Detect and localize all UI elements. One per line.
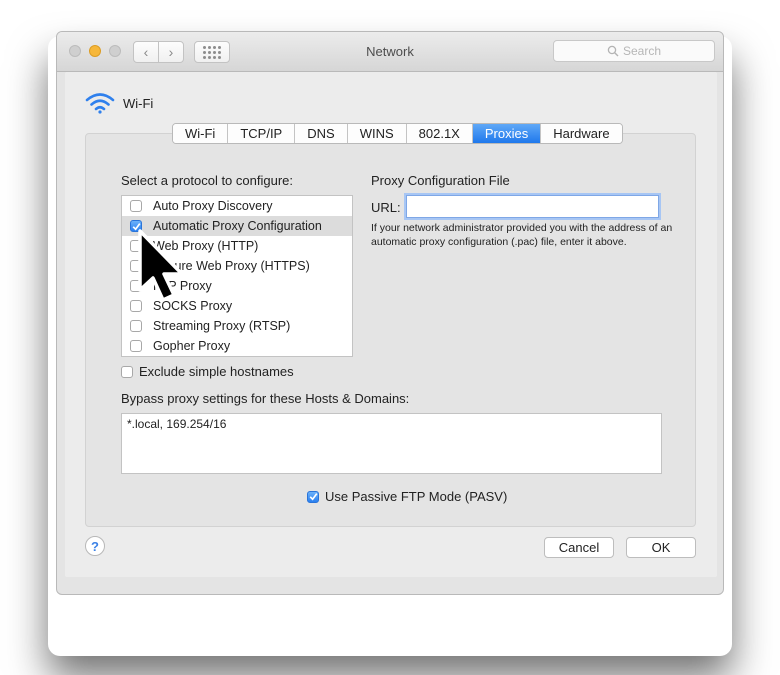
protocol-item[interactable]: SOCKS Proxy bbox=[122, 296, 352, 316]
tab-dns[interactable]: DNS bbox=[295, 124, 348, 143]
exclude-simple-hostnames[interactable]: Exclude simple hostnames bbox=[121, 364, 294, 379]
exclude-checkbox[interactable] bbox=[121, 365, 133, 378]
protocol-item[interactable]: Secure Web Proxy (HTTPS) bbox=[122, 256, 352, 276]
config-file-heading: Proxy Configuration File bbox=[371, 173, 510, 188]
passive-ftp-option[interactable]: Use Passive FTP Mode (PASV) bbox=[307, 489, 507, 504]
exclude-label: Exclude simple hostnames bbox=[139, 364, 294, 379]
protocol-item[interactable]: Streaming Proxy (RTSP) bbox=[122, 316, 352, 336]
protocol-label: Gopher Proxy bbox=[153, 339, 231, 353]
protocol-checkbox[interactable] bbox=[130, 280, 142, 292]
protocol-list[interactable]: Auto Proxy Discovery Automatic Proxy Conf… bbox=[121, 195, 353, 357]
protocol-item[interactable]: Web Proxy (HTTP) bbox=[122, 236, 352, 256]
service-header: Wi-Fi bbox=[85, 92, 153, 114]
pasv-checkbox[interactable] bbox=[307, 490, 319, 503]
tab-tcp-ip[interactable]: TCP/IP bbox=[228, 124, 296, 143]
tab-bar: Wi-Fi TCP/IP DNS WINS 802.1X Proxies Hardware bbox=[172, 123, 623, 144]
url-label: URL: bbox=[371, 200, 401, 215]
title-bar: ‹ › Network Search bbox=[57, 32, 723, 72]
network-window: ‹ › Network Search Wi-Fi Select a protoc… bbox=[56, 31, 724, 595]
search-field[interactable]: Search bbox=[553, 40, 715, 62]
protocol-label: Secure Web Proxy (HTTPS) bbox=[153, 259, 310, 273]
protocol-checkbox[interactable] bbox=[130, 320, 142, 332]
proxies-pane: Select a protocol to configure: Auto Pro… bbox=[85, 133, 696, 527]
bypass-textarea[interactable]: *.local, 169.254/16 bbox=[121, 413, 662, 474]
tab-hardware[interactable]: Hardware bbox=[541, 124, 622, 143]
tab-wi-fi[interactable]: Wi-Fi bbox=[173, 124, 229, 143]
tab-802-1x[interactable]: 802.1X bbox=[406, 124, 473, 143]
url-help-text: If your network administrator provided y… bbox=[371, 222, 673, 248]
protocol-checkbox[interactable] bbox=[130, 220, 142, 232]
protocol-item[interactable]: Auto Proxy Discovery bbox=[122, 196, 352, 216]
protocol-checkbox[interactable] bbox=[130, 240, 142, 252]
service-title: Wi-Fi bbox=[123, 95, 154, 111]
protocol-checkbox[interactable] bbox=[130, 340, 142, 352]
bypass-heading: Bypass proxy settings for these Hosts & … bbox=[121, 391, 410, 406]
protocol-label: FTP Proxy bbox=[153, 279, 212, 293]
cancel-button[interactable]: Cancel bbox=[544, 537, 614, 558]
search-icon bbox=[607, 45, 619, 57]
content-area: Wi-Fi Select a protocol to configure: Au… bbox=[65, 72, 717, 577]
protocol-checkbox[interactable] bbox=[130, 200, 142, 212]
protocol-item[interactable]: Automatic Proxy Configuration bbox=[122, 216, 352, 236]
protocol-checkbox[interactable] bbox=[130, 300, 142, 312]
tab-proxies[interactable]: Proxies bbox=[472, 124, 542, 143]
search-placeholder: Search bbox=[622, 44, 662, 58]
protocol-heading: Select a protocol to configure: bbox=[121, 173, 293, 188]
protocol-label: Auto Proxy Discovery bbox=[153, 199, 273, 213]
checkmark-icon bbox=[309, 493, 317, 501]
pasv-label: Use Passive FTP Mode (PASV) bbox=[325, 489, 508, 504]
protocol-item[interactable]: FTP Proxy bbox=[122, 276, 352, 296]
ok-button[interactable]: OK bbox=[626, 537, 696, 558]
url-input[interactable] bbox=[406, 195, 659, 218]
protocol-label: Web Proxy (HTTP) bbox=[153, 239, 259, 253]
checkmark-icon bbox=[132, 222, 140, 230]
protocol-label: Streaming Proxy (RTSP) bbox=[153, 319, 291, 333]
tab-wins[interactable]: WINS bbox=[347, 124, 407, 143]
help-button[interactable]: ? bbox=[85, 536, 105, 556]
protocol-label: Automatic Proxy Configuration bbox=[153, 219, 322, 233]
protocol-checkbox[interactable] bbox=[130, 260, 142, 272]
protocol-label: SOCKS Proxy bbox=[153, 299, 233, 313]
protocol-item[interactable]: Gopher Proxy bbox=[122, 336, 352, 356]
wifi-icon bbox=[85, 93, 115, 114]
